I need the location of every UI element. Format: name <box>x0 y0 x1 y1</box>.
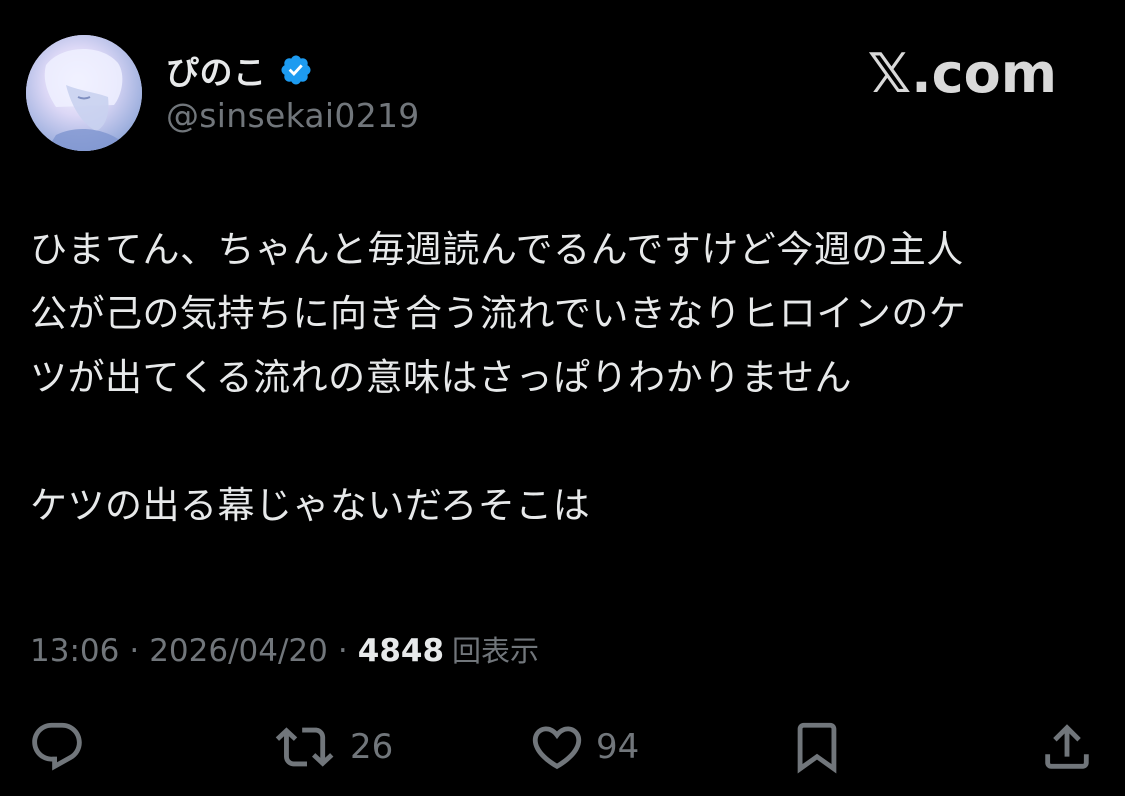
avatar-image <box>26 35 142 151</box>
bookmark-button[interactable] <box>788 712 846 782</box>
retweet-button[interactable]: 26 <box>274 712 393 782</box>
avatar[interactable] <box>26 35 142 151</box>
tweet-card: ぴのこ @sinsekai0219 𝕏.com ひまてん、ちゃんと毎週読んでるん… <box>0 0 1125 796</box>
share-icon <box>1038 718 1096 776</box>
author-handle[interactable]: @sinsekai0219 <box>166 96 420 135</box>
bookmark-icon <box>788 718 846 776</box>
display-name[interactable]: ぴのこ <box>166 46 267 94</box>
tweet-time[interactable]: 13:06 <box>30 633 119 669</box>
tweet-text-line: ツが出てくる流れの意味はさっぱりわかりません <box>30 356 853 399</box>
heart-icon <box>528 718 586 776</box>
author-name-row[interactable]: ぴのこ <box>166 48 313 92</box>
meta-separator: · <box>337 633 348 669</box>
like-button[interactable]: 94 <box>528 712 639 782</box>
meta-separator: · <box>129 633 140 669</box>
tweet-date[interactable]: 2026/04/20 <box>149 633 328 669</box>
reply-button[interactable] <box>28 712 86 782</box>
reply-icon <box>28 718 86 776</box>
tweet-text: ひまてん、ちゃんと毎週読んでるんですけど今週の主人 公が己の気持ちに向き合う流れ… <box>30 218 1100 538</box>
brand-logo: 𝕏.com <box>867 42 1057 105</box>
verified-badge-icon <box>279 53 313 87</box>
action-bar: 26 94 <box>0 712 1125 782</box>
views-label: 回表示 <box>452 634 540 668</box>
views-count: 4848 <box>357 633 445 669</box>
tweet-text-line: ひまてん、ちゃんと毎週読んでるんですけど今週の主人 <box>30 228 964 271</box>
like-count: 94 <box>596 727 640 767</box>
tweet-text-line: ケツの出る幕じゃないだろそこは <box>30 484 591 527</box>
share-button[interactable] <box>1038 712 1096 782</box>
retweet-icon <box>274 718 340 776</box>
tweet-text-line: 公が己の気持ちに向き合う流れでいきなりヒロインのケ <box>30 292 967 335</box>
retweet-count: 26 <box>350 727 394 767</box>
tweet-meta: 13:06 · 2026/04/20 · 4848 回表示 <box>30 628 539 670</box>
